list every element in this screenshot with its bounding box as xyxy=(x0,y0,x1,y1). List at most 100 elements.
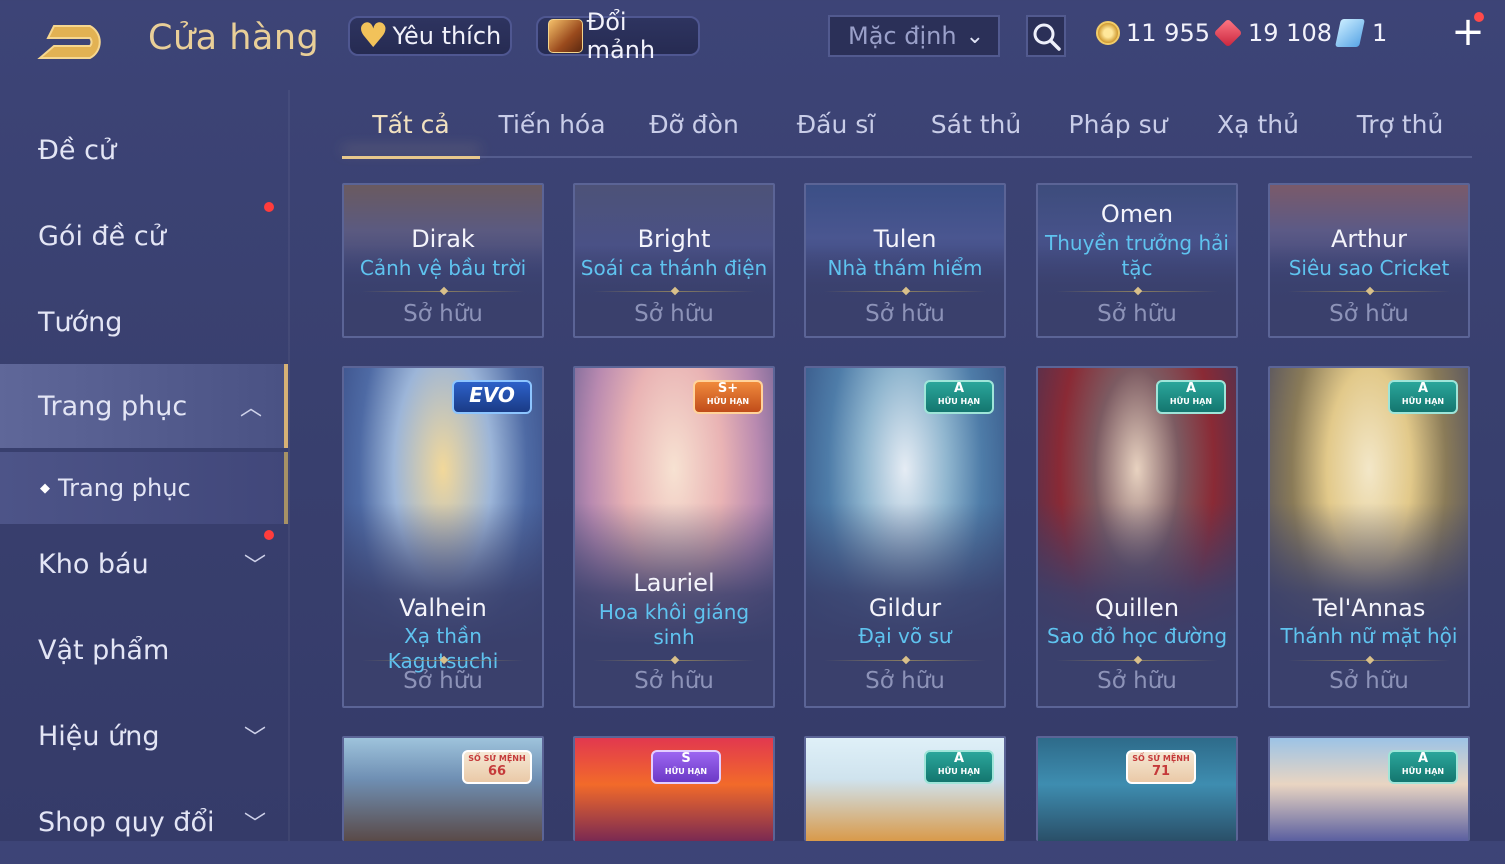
sidebar-item-label: Shop quy đổi xyxy=(38,806,215,838)
ruby-balance: 19 108 xyxy=(1213,17,1332,49)
favorites-button[interactable]: ♥ Yêu thích xyxy=(348,16,512,56)
skin-name: Siêu sao Cricket xyxy=(1288,256,1450,280)
hero-name: Arthur xyxy=(1331,225,1407,253)
skin-card[interactable]: SỐ SỨ MỆNH 71 xyxy=(1036,736,1238,841)
voucher-amount: 1 xyxy=(1372,19,1388,47)
rarity-badge: A HỮU HẠN xyxy=(1388,750,1458,784)
skin-card[interactable]: Arthur Siêu sao Cricket Sở hữu xyxy=(1268,183,1470,338)
rarity-badge: A HỮU HẠN xyxy=(1388,380,1458,414)
gold-coin-icon xyxy=(1096,21,1120,45)
chest-icon xyxy=(548,19,583,53)
skin-card[interactable]: EVO Valhein Xạ thần Kagutsuchi Sở hữu xyxy=(342,366,544,708)
skin-name: Xạ thần Kagutsuchi xyxy=(388,624,499,673)
sidebar-item-label: Kho báu xyxy=(38,548,149,580)
skin-name: Đại võ sư xyxy=(858,624,952,648)
chevron-down-icon: ﹀ xyxy=(243,554,266,579)
owned-status: Sở hữu xyxy=(1097,668,1177,694)
voucher-icon xyxy=(1335,19,1365,47)
tab-assassin[interactable]: Sát thủ xyxy=(906,110,1046,139)
skin-card[interactable]: Dirak Cảnh vệ bầu trời Sở hữu xyxy=(342,183,544,338)
skin-name: Sao đỏ học đường xyxy=(1046,624,1228,648)
chevron-up-icon: ︿ xyxy=(239,396,262,421)
exchange-shards-button[interactable]: Đổi mảnh xyxy=(536,8,700,64)
skin-card[interactable]: A HỮU HẠN xyxy=(804,736,1006,841)
search-button[interactable] xyxy=(1026,15,1066,57)
sidebar-item-heroes[interactable]: Tướng xyxy=(0,280,288,364)
hero-name: Bright xyxy=(637,225,711,253)
owned-status: Sở hữu xyxy=(634,668,714,694)
sidebar: Đề cử Gói đề cử Tướng Trang phục ︿ ◆ Tra… xyxy=(0,90,290,841)
owned-status: Sở hữu xyxy=(1097,301,1177,327)
chevron-down-icon: ⌄ xyxy=(965,24,984,49)
skin-name: Thánh nữ mặt hội xyxy=(1280,624,1458,648)
notification-dot xyxy=(264,530,274,540)
sidebar-item-label: Trang phục xyxy=(38,390,188,422)
role-tabs: Tất cả Tiến hóa Đỡ đòn Đấu sĩ Sát thủ Ph… xyxy=(342,100,1472,159)
chevron-down-icon: ﹀ xyxy=(243,726,266,751)
hero-name: Valhein xyxy=(399,594,487,622)
owned-status: Sở hữu xyxy=(403,668,483,694)
sidebar-item-label: Hiệu ứng xyxy=(38,720,160,752)
sidebar-item-label: Đề cử xyxy=(38,134,117,166)
rarity-badge: SỐ SỨ MỆNH 71 xyxy=(1126,750,1196,784)
sidebar-item-label: Tướng xyxy=(38,306,123,338)
sidebar-subitem-skins[interactable]: ◆ Trang phục xyxy=(0,452,288,524)
back-button[interactable] xyxy=(36,20,116,64)
page-title: Cửa hàng xyxy=(148,18,320,58)
back-arrow-icon xyxy=(37,25,101,59)
tab-support[interactable]: Trợ thủ xyxy=(1330,110,1470,139)
tab-marksman[interactable]: Xạ thủ xyxy=(1188,110,1328,139)
owned-status: Sở hữu xyxy=(403,301,483,327)
skin-card[interactable]: A HỮU HẠN Gildur Đại võ sư Sở hữu xyxy=(804,366,1006,708)
sidebar-item-exchange-shop[interactable]: Shop quy đổi ﹀ xyxy=(0,780,288,864)
sidebar-item-effects[interactable]: Hiệu ứng ﹀ xyxy=(0,694,288,778)
sidebar-item-label: Vật phẩm xyxy=(38,634,170,666)
skin-card[interactable]: A HỮU HẠN Tel'Annas Thánh nữ mặt hội Sở h… xyxy=(1268,366,1470,708)
skin-card[interactable]: A HỮU HẠN Quillen Sao đỏ học đường Sở hữu xyxy=(1036,366,1238,708)
notification-dot xyxy=(264,202,274,212)
owned-status: Sở hữu xyxy=(1329,668,1409,694)
tab-fighter[interactable]: Đấu sĩ xyxy=(766,110,906,139)
skin-name: Thuyền trưởng hải tặc xyxy=(1045,231,1229,280)
skin-card[interactable]: Bright Soái ca thánh điện Sở hữu xyxy=(573,183,775,338)
sidebar-item-label: Trang phục xyxy=(58,474,191,502)
favorites-label: Yêu thích xyxy=(392,22,502,50)
rarity-badge: SỐ SỨ MỆNH 66 xyxy=(462,750,532,784)
tab-mage[interactable]: Pháp sư xyxy=(1048,110,1188,139)
sidebar-item-label: Gói đề cử xyxy=(38,220,166,252)
diamond-bullet-icon: ◆ xyxy=(40,480,50,496)
rarity-badge: A HỮU HẠN xyxy=(924,750,994,784)
hero-name: Lauriel xyxy=(633,569,715,597)
skin-name: Hoa khôi giáng sinh xyxy=(598,600,750,649)
owned-status: Sở hữu xyxy=(865,301,945,327)
ruby-amount: 19 108 xyxy=(1248,19,1332,47)
tab-tank[interactable]: Đỡ đòn xyxy=(624,110,764,139)
notification-dot xyxy=(1474,12,1484,22)
search-icon xyxy=(1033,23,1061,51)
skin-card[interactable]: A HỮU HẠN xyxy=(1268,736,1470,841)
active-tab-indicator xyxy=(342,156,480,159)
hero-name: Tulen xyxy=(873,225,937,253)
tab-evolution[interactable]: Tiến hóa xyxy=(482,110,622,139)
sidebar-item-items[interactable]: Vật phẩm xyxy=(0,608,288,692)
skin-card[interactable]: SỐ SỨ MỆNH 66 xyxy=(342,736,544,841)
skin-card[interactable]: S HỮU HẠN xyxy=(573,736,775,841)
hero-name: Quillen xyxy=(1094,594,1180,622)
sort-dropdown[interactable]: Mặc định ⌄ xyxy=(828,15,1000,57)
sidebar-item-recommended[interactable]: Đề cử xyxy=(0,108,288,192)
sidebar-item-bundles[interactable]: Gói đề cử xyxy=(0,194,288,278)
sidebar-item-skins[interactable]: Trang phục ︿ xyxy=(0,364,288,448)
rarity-badge: A HỮU HẠN xyxy=(1156,380,1226,414)
rarity-badge: A HỮU HẠN xyxy=(924,380,994,414)
skin-card[interactable]: Tulen Nhà thám hiểm Sở hữu xyxy=(804,183,1006,338)
skin-card[interactable]: Omen Thuyền trưởng hải tặc Sở hữu xyxy=(1036,183,1238,338)
hero-name: Tel'Annas xyxy=(1312,594,1426,622)
tab-all[interactable]: Tất cả xyxy=(342,110,480,139)
skin-card[interactable]: S+ HỮU HẠN Lauriel Hoa khôi giáng sinh Sở… xyxy=(573,366,775,708)
skin-name: Nhà thám hiểm xyxy=(827,256,983,280)
voucher-balance: 1 xyxy=(1335,17,1388,49)
sidebar-item-treasure[interactable]: Kho báu ﹀ xyxy=(0,522,288,606)
ruby-icon xyxy=(1213,18,1243,48)
sort-value: Mặc định xyxy=(848,22,957,50)
hero-name: Gildur xyxy=(868,594,942,622)
